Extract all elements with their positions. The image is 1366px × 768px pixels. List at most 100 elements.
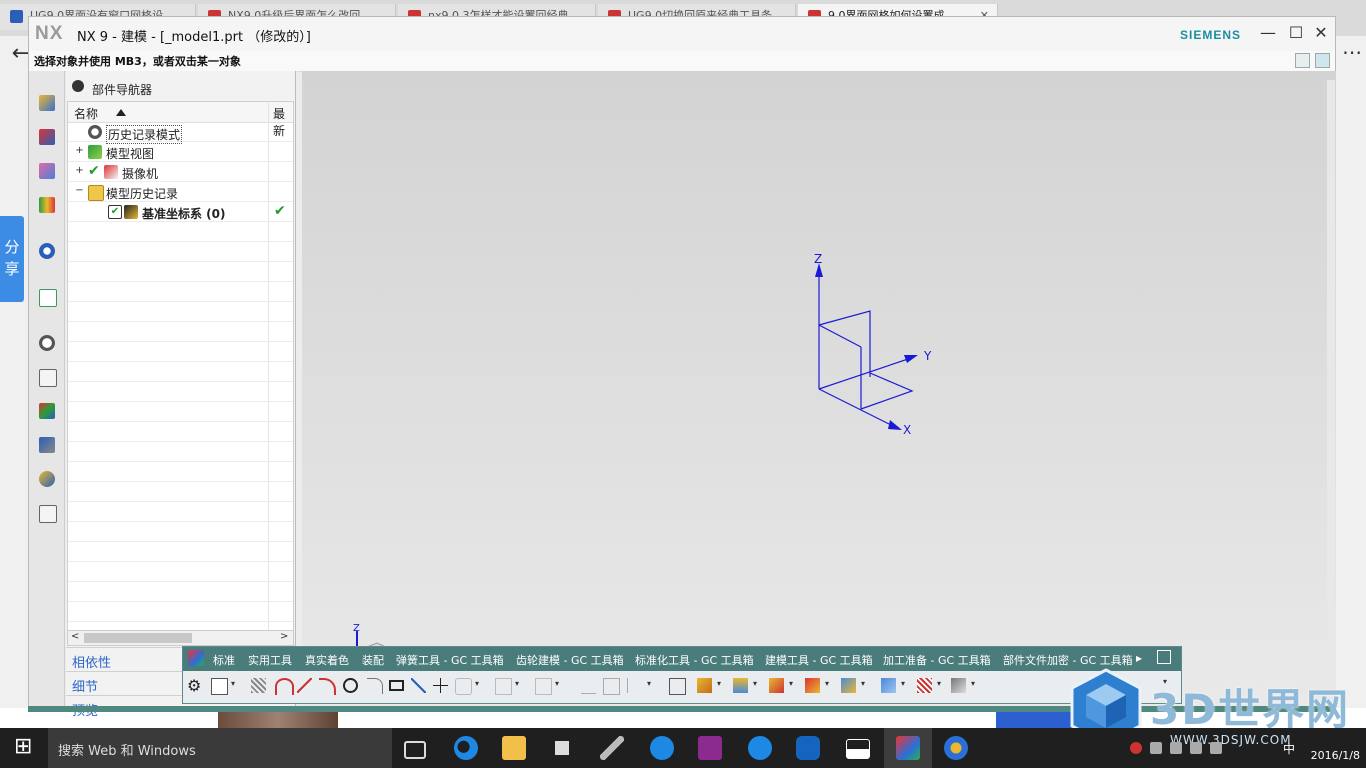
process-studio-icon[interactable] [39,403,55,419]
share-side-tab[interactable]: 分享 [0,216,24,302]
task-view-icon[interactable] [404,741,426,759]
cloud-app-icon[interactable] [796,736,820,760]
selection-filter-icon[interactable] [1295,53,1310,68]
profile-icon[interactable] [275,678,294,695]
edge-browser-icon[interactable] [454,736,478,760]
taskbar-search[interactable]: 搜索 Web 和 Windows [48,728,392,768]
app-icon[interactable] [600,736,624,760]
toolbar-tab-modeling-tools[interactable]: 建模工具 - GC 工具箱 [765,652,873,668]
studio-spline-icon[interactable] [411,678,426,693]
browser-icon[interactable] [650,736,674,760]
circle-icon[interactable] [343,678,358,693]
checkbox-checked[interactable]: ✔ [108,205,122,219]
extrude-icon[interactable] [697,678,712,693]
dropdown-arrow-icon[interactable]: ▾ [515,679,519,688]
fillet-icon[interactable] [367,678,383,694]
tree-row-model-history[interactable]: − 模型历史记录 [68,182,293,202]
constraint-navigator-icon[interactable] [39,129,55,145]
toolbar-tab-machining-prep[interactable]: 加工准备 - GC 工具箱 [883,652,991,668]
constraint-icon[interactable] [627,678,643,693]
offset-curve-icon[interactable] [455,678,472,695]
part-navigator-icon[interactable] [39,163,55,179]
tree-row-cameras[interactable]: + ✔ 摄像机 [68,162,293,182]
more-tabs-arrow-icon[interactable]: ▸ [1136,651,1142,665]
tree-row-history-mode[interactable]: 历史记录模式 [68,122,293,144]
extend-icon[interactable] [581,678,596,694]
move-object-icon[interactable] [951,678,966,693]
toolbar-tab-standardization[interactable]: 标准化工具 - GC 工具箱 [635,652,754,668]
dimension-icon[interactable] [603,678,620,695]
tree-row-datum-csys[interactable]: ✔ 基准坐标系 (0) ✔ [68,202,293,222]
dropdown-arrow-icon[interactable]: ▾ [861,679,865,688]
dropdown-arrow-icon[interactable]: ▾ [937,679,941,688]
system-scene-icon[interactable] [39,505,57,523]
scroll-left-icon[interactable]: < [71,631,79,642]
assembly-navigator-icon[interactable] [39,95,55,111]
dropdown-arrow-icon[interactable]: ▾ [825,679,829,688]
tray-antivirus-icon[interactable] [1130,742,1142,754]
vertical-scrollbar[interactable] [1327,80,1335,700]
dropdown-arrow-icon[interactable]: ▾ [647,679,651,688]
view-toggle-icon[interactable] [1315,53,1330,68]
rectangle-icon[interactable] [389,680,404,691]
sew-icon[interactable] [917,678,932,693]
k-app-icon[interactable] [748,736,772,760]
collapse-icon[interactable]: − [75,186,84,196]
dropdown-arrow-icon[interactable]: ▾ [555,679,559,688]
photos-icon[interactable] [846,739,870,759]
graphics-window[interactable]: Z Y X Z Y [302,71,1336,707]
dropdown-arrow-icon[interactable]: ▾ [231,679,235,688]
roles-icon[interactable] [39,471,55,487]
tree-row-model-views[interactable]: + 模型视图 [68,142,293,162]
start-button[interactable]: ⊞ [0,728,48,768]
ime-indicator[interactable]: 中 [1283,740,1295,757]
hd3d-tools-icon[interactable] [39,243,55,259]
boolean-icon[interactable] [805,678,820,693]
tray-message-icon[interactable] [1190,742,1202,754]
toolbar-tab-gear-modeling[interactable]: 齿轮建模 - GC 工具箱 [516,652,624,668]
file-explorer-icon[interactable] [502,736,526,760]
arc-icon[interactable] [319,678,336,695]
dropdown-arrow-icon[interactable]: ▾ [789,679,793,688]
edge-blend-icon[interactable] [841,678,856,693]
web-browser-icon[interactable] [39,289,57,307]
revolve-icon[interactable] [733,678,748,693]
dropdown-arrow-icon[interactable]: ▾ [971,679,975,688]
system-materials-icon[interactable] [39,369,57,387]
expand-icon[interactable]: + [75,146,84,156]
dropdown-arrow-icon[interactable]: ▾ [717,679,721,688]
trim-icon[interactable] [495,678,512,695]
horizontal-scrollbar[interactable]: < > [67,630,294,646]
expand-icon[interactable]: + [75,166,84,176]
column-name-header[interactable]: 名称 [74,105,98,122]
maximize-button[interactable]: ☐ [1285,21,1307,45]
dropdown-arrow-icon[interactable]: ▾ [753,679,757,688]
surface-icon[interactable] [881,678,896,693]
dropdown-arrow-icon[interactable]: ▾ [901,679,905,688]
sort-ascending-icon[interactable] [116,109,126,116]
hole-icon[interactable] [769,678,784,693]
settings-gear-icon[interactable]: ⚙ [187,676,201,695]
toolbar-options-icon[interactable] [1157,650,1171,664]
tray-volume-icon[interactable] [1170,742,1182,754]
reuse-library-icon[interactable] [39,197,55,213]
sketch-icon[interactable] [211,678,228,695]
toolbar-tab-assembly[interactable]: 装配 [362,652,384,668]
tray-keyboard-icon[interactable] [1210,742,1222,754]
sketch-grid-icon[interactable] [251,678,266,693]
toolbar-tab-standard[interactable]: 标准 [213,652,235,668]
datum-csys-graphic[interactable]: Z Y X Z Y [302,71,1336,707]
paint-icon[interactable] [944,736,968,760]
nx-app-icon[interactable] [188,650,204,666]
mirror-icon[interactable] [535,678,552,695]
toolbar-tab-utility[interactable]: 实用工具 [248,652,292,668]
dropdown-arrow-icon[interactable]: ▾ [475,679,479,688]
minimize-button[interactable]: — [1257,21,1279,45]
toolbar-tab-true-shading[interactable]: 真实着色 [305,652,349,668]
scroll-right-icon[interactable]: > [280,631,288,642]
pin-icon[interactable] [72,80,84,92]
more-menu-icon[interactable]: ⋯ [1338,40,1366,70]
scrollbar-thumb[interactable] [84,633,192,643]
store-icon[interactable] [550,736,574,760]
tray-network-icon[interactable] [1150,742,1162,754]
